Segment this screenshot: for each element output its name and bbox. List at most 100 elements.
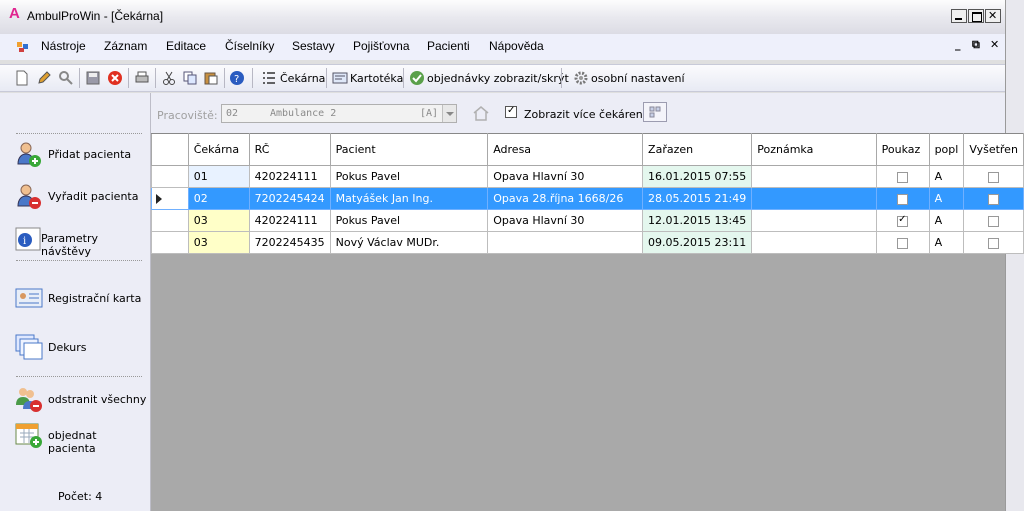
menu-ciselniky[interactable]: Číselníky	[225, 39, 274, 53]
print-icon[interactable]	[134, 70, 150, 86]
vysetren-checkbox[interactable]	[988, 193, 1000, 205]
column-header-popl[interactable]: popl	[928, 133, 965, 166]
vysetren-checkbox[interactable]	[988, 171, 1000, 183]
search-icon[interactable]	[58, 70, 74, 86]
help-icon[interactable]: ?	[229, 70, 245, 86]
sidebar-item-label: odstranit všechny	[48, 393, 147, 406]
chevron-down-icon[interactable]	[442, 105, 456, 122]
list-icon[interactable]	[261, 70, 277, 86]
id-card-icon	[15, 288, 43, 308]
sidebar-item-parametry-navstevy[interactable]: i Parametry návštěvy	[15, 224, 147, 258]
cell-rc: 420224111	[248, 209, 331, 232]
window-menu-icon[interactable]	[17, 41, 29, 53]
orders-toggle-icon[interactable]	[409, 70, 425, 86]
mdi-minimize-icon[interactable]: _	[955, 38, 961, 51]
waiting-room-table: Čekárna RČ Pacient Adresa Zařazen Poznám…	[151, 133, 1024, 254]
sidebar-divider	[16, 376, 142, 377]
poukaz-checkbox[interactable]	[897, 214, 909, 227]
row-indicator[interactable]	[151, 187, 189, 210]
cell-cekarna: 03	[187, 209, 250, 232]
menu-pojistovna[interactable]: Pojišťovna	[353, 39, 410, 53]
toolbar-separator	[326, 68, 327, 88]
vysetren-checkbox[interactable]	[988, 237, 1000, 249]
save-icon[interactable]	[85, 70, 101, 86]
sidebar-item-dekurs[interactable]: Dekurs	[15, 333, 147, 361]
menu-pacienti[interactable]: Pacienti	[427, 39, 470, 53]
table-row-selected[interactable]: 02 7202245424 Matyášek Jan Ing. Opava 28…	[151, 187, 1024, 210]
toolbar-objednavky[interactable]: objednávky zobrazit/skrýt	[427, 72, 569, 85]
select-waiting-rooms-button[interactable]	[643, 102, 667, 122]
column-header-poznamka[interactable]: Poznámka	[751, 133, 877, 166]
row-indicator[interactable]	[151, 231, 189, 254]
person-add-icon	[17, 142, 41, 167]
table-row[interactable]: 01 420224111 Pokus Pavel Opava Hlavní 30…	[151, 165, 1024, 188]
app-logo-icon: A	[9, 5, 20, 22]
cell-poznamka	[751, 187, 877, 210]
menu-editace[interactable]: Editace	[166, 39, 206, 53]
mdi-close-icon[interactable]: ✕	[990, 38, 999, 51]
toolbar-separator	[403, 68, 404, 88]
poukaz-checkbox[interactable]	[897, 237, 909, 249]
sidebar-item-pridat-pacienta[interactable]: Přidat pacienta	[15, 140, 147, 168]
info-icon: i	[15, 227, 41, 251]
workplace-code: 02	[226, 108, 239, 119]
new-document-icon[interactable]	[14, 70, 30, 86]
column-header-cekarna[interactable]: Čekárna	[187, 133, 250, 166]
column-header-rc[interactable]: RČ	[248, 133, 331, 166]
sidebar-item-registracni-karta[interactable]: Registrační karta	[15, 284, 147, 312]
window-frame-right	[1005, 0, 1024, 511]
column-header-adresa[interactable]: Adresa	[487, 133, 644, 166]
toolbar-kartoteka[interactable]: Kartotéka	[350, 72, 403, 85]
toolbar-cekarna[interactable]: Čekárna	[280, 72, 325, 85]
pencil-icon[interactable]	[36, 70, 52, 86]
sidebar-item-odstranit-vsechny[interactable]: odstranit všechny	[15, 385, 147, 413]
maximize-button[interactable]	[968, 9, 984, 23]
cell-zarazen: 16.01.2015 07:55	[642, 165, 753, 188]
paste-icon[interactable]	[203, 70, 219, 86]
row-indicator-header	[151, 133, 189, 166]
svg-text:?: ?	[234, 74, 239, 85]
cell-popl: A	[928, 209, 965, 232]
cell-rc: 7202245435	[248, 231, 331, 254]
column-header-poukaz[interactable]: Poukaz	[875, 133, 930, 166]
card-file-icon[interactable]	[332, 70, 348, 86]
poukaz-checkbox[interactable]	[897, 171, 909, 183]
toolbar-separator	[79, 68, 80, 88]
cancel-icon[interactable]	[107, 70, 123, 86]
column-header-zarazen[interactable]: Zařazen	[642, 133, 753, 166]
menu-sestavy[interactable]: Sestavy	[292, 39, 335, 53]
cell-adresa	[487, 231, 644, 254]
toolbar-separator	[224, 68, 225, 88]
menu-napoveda[interactable]: Nápověda	[489, 39, 544, 53]
cut-icon[interactable]	[161, 70, 177, 86]
menu-nastroje[interactable]: Nástroje	[41, 39, 86, 53]
home-icon[interactable]	[472, 105, 490, 121]
sidebar-item-objednat-pacienta[interactable]: objednat pacienta	[15, 421, 147, 455]
column-header-vysetren[interactable]: Vyšetřen	[963, 133, 1024, 166]
gear-icon[interactable]	[573, 70, 589, 86]
toolbar-separator	[155, 68, 156, 88]
show-more-label: Zobrazit více čekáren:	[524, 108, 647, 121]
close-button[interactable]	[985, 9, 1001, 23]
column-header-pacient[interactable]: Pacient	[329, 133, 489, 166]
copy-icon[interactable]	[182, 70, 198, 86]
poukaz-checkbox[interactable]	[897, 193, 909, 205]
sidebar-divider	[16, 260, 142, 261]
vysetren-checkbox[interactable]	[988, 215, 1000, 227]
minimize-button[interactable]	[951, 9, 967, 23]
window-title: AmbulProWin - [Čekárna]	[27, 9, 164, 23]
menu-zaznam[interactable]: Záznam	[104, 39, 147, 53]
mdi-restore-icon[interactable]: ⧉	[972, 38, 980, 52]
cell-adresa: Opava Hlavní 30	[487, 209, 644, 232]
row-indicator[interactable]	[151, 165, 189, 188]
toolbar-nastaveni[interactable]: osobní nastavení	[591, 72, 685, 85]
sidebar-item-vyradit-pacienta[interactable]: Vyřadit pacienta	[15, 182, 147, 210]
toolbar-separator	[128, 68, 129, 88]
show-more-checkbox[interactable]	[505, 105, 517, 118]
cell-rc: 420224111	[248, 165, 331, 188]
table-row[interactable]: 03 7202245435 Nový Václav MUDr. 09.05.20…	[151, 231, 1024, 254]
row-indicator[interactable]	[151, 209, 189, 232]
table-row[interactable]: 03 420224111 Pokus Pavel Opava Hlavní 30…	[151, 209, 1024, 232]
cell-popl: A	[928, 187, 965, 210]
workplace-select[interactable]: 02 Ambulance 2 [A]	[221, 104, 457, 123]
